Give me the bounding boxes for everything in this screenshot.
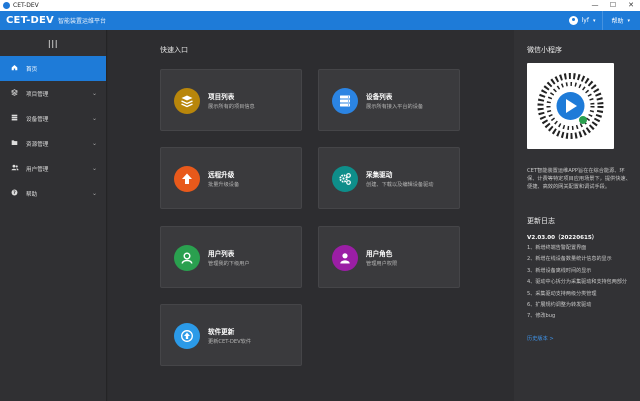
card-title: 远程升级 — [208, 171, 235, 179]
sidebar-item-label: 资源管理 — [26, 141, 49, 148]
list-item: 4、驱动中心拆分为采集驱动和支持包两部分 — [527, 279, 628, 286]
version-label: V2.03.00（20220615） — [527, 235, 598, 241]
app-logo: CET-DEV — [6, 15, 54, 26]
svg-text:?: ? — [13, 190, 16, 196]
main-content: 快速入口 项目列表 展示所有的项目信息 设备列表 展示所有接入平台的设备 远程升… — [108, 30, 514, 401]
chevron-down-icon: ▾ — [627, 17, 630, 24]
sidebar-item-projects[interactable]: 项目管理 ⌄ — [0, 81, 106, 106]
quick-access-title: 快速入口 — [160, 46, 188, 54]
sidebar-item-label: 首页 — [26, 66, 38, 73]
card-collection-driver[interactable]: 采集驱动 创建、下载以及编辑设备驱动 — [318, 147, 460, 209]
right-panel: 微信小程序 CET智能装置运维APP旨在在综合能源、环保、计费等特定项目应用场景… — [514, 30, 640, 401]
card-description: 管理用户权限 — [366, 261, 398, 267]
card-description: 更新CET-DEV软件 — [208, 339, 252, 345]
user-icon — [332, 245, 358, 271]
history-versions-link[interactable]: 历史版本 > — [527, 335, 554, 342]
server-icon — [10, 114, 19, 123]
card-user-list[interactable]: 用户列表 管理我的下级用户 — [160, 226, 302, 288]
card-title: 项目列表 — [208, 93, 235, 101]
qr-code-image — [527, 63, 614, 149]
card-title: 用户角色 — [366, 250, 393, 258]
user-menu[interactable]: lyf ▾ — [563, 11, 603, 30]
card-title: 设备列表 — [366, 93, 393, 101]
avatar-icon — [568, 16, 578, 25]
header-actions: lyf ▾ 帮助 ▾ — [563, 11, 640, 30]
list-item: 1、新增终端告警配置界面 — [527, 245, 587, 251]
window-title: CET-DEV — [13, 2, 39, 9]
card-software-update[interactable]: 软件更新 更新CET-DEV软件 — [160, 304, 302, 366]
card-title: 用户列表 — [208, 250, 235, 258]
chevron-down-icon: ⌄ — [91, 90, 97, 97]
list-item: 2、新增在线设备数量统计信息的显示 — [527, 256, 612, 263]
card-description: 管理我的下级用户 — [208, 261, 250, 267]
update-icon — [174, 323, 200, 349]
sidebar-item-label: 用户管理 — [26, 166, 49, 173]
sidebar-item-devices[interactable]: 设备管理 ⌄ — [0, 106, 106, 131]
card-title: 软件更新 — [208, 328, 235, 336]
card-device-list[interactable]: 设备列表 展示所有接入平台的设备 — [318, 69, 460, 131]
card-remote-upgrade[interactable]: 远程升级 批量升级设备 — [160, 147, 302, 209]
chevron-down-icon: ⌄ — [91, 115, 97, 122]
sidebar-item-label: 帮助 — [26, 191, 38, 198]
minimize-button[interactable]: — — [586, 0, 604, 11]
upload-icon — [174, 166, 200, 192]
maximize-button[interactable]: ☐ — [604, 0, 622, 11]
list-item: 5、采集驱动支持两级分类管理 — [527, 290, 597, 297]
sidebar-item-help[interactable]: ? 帮助 ⌄ — [0, 181, 106, 206]
list-item: 7、修改bug — [527, 313, 556, 320]
sidebar-item-resources[interactable]: 资源管理 ⌄ — [0, 131, 106, 156]
help-icon: ? — [10, 189, 19, 198]
changelog-title: 更新日志 — [527, 217, 555, 225]
card-project-list[interactable]: 项目列表 展示所有的项目信息 — [160, 69, 302, 131]
layers-icon — [174, 88, 200, 114]
sidebar-item-label: 设备管理 — [26, 116, 49, 123]
mini-program-description: CET智能装置运维APP旨在在综合能源、环保、计费等特定项目应用场景下，提供快速… — [527, 168, 631, 190]
home-icon — [10, 64, 19, 73]
mini-program-title: 微信小程序 — [527, 46, 562, 54]
help-label: 帮助 — [611, 18, 624, 25]
window-titlebar: CET-DEV — ☐ ✕ — [0, 0, 640, 11]
list-item: 6、扩展规约调整为转发驱动 — [527, 301, 592, 308]
server-icon — [332, 88, 358, 114]
chevron-down-icon: ▾ — [592, 17, 596, 24]
gears-icon — [332, 166, 358, 192]
card-title: 采集驱动 — [366, 171, 393, 179]
layers-icon — [10, 89, 19, 98]
card-description: 展示所有的项目信息 — [208, 104, 255, 110]
users-icon — [10, 164, 19, 173]
app-header: CET-DEV 智能装置运维平台 lyf ▾ 帮助 ▾ — [0, 11, 640, 30]
card-description: 创建、下载以及编辑设备驱动 — [366, 182, 434, 188]
chevron-down-icon: ⌄ — [91, 140, 97, 147]
card-user-role[interactable]: 用户角色 管理用户权限 — [318, 226, 460, 288]
sidebar-collapse-button[interactable]: ||| — [0, 30, 106, 56]
help-menu[interactable]: 帮助 ▾ — [602, 11, 640, 30]
user-name: lyf — [581, 17, 589, 24]
chevron-down-icon: ⌄ — [91, 190, 97, 197]
folder-icon — [10, 139, 19, 148]
chevron-down-icon: ⌄ — [91, 165, 97, 172]
app-subtitle: 智能装置运维平台 — [57, 18, 106, 25]
changelog-list: 1、新增终端告警配置界面 2、新增在线设备数量统计信息的显示 3、新增设备离线时… — [527, 244, 633, 324]
sidebar-item-users[interactable]: 用户管理 ⌄ — [0, 156, 106, 181]
user-icon — [174, 245, 200, 271]
sidebar-item-home[interactable]: 首页 — [0, 56, 106, 81]
sidebar: ||| 首页 项目管理 ⌄ 设备管理 ⌄ 资源管理 ⌄ 用户管理 ⌄ ? 帮助 … — [0, 30, 107, 401]
card-description: 展示所有接入平台的设备 — [366, 104, 424, 110]
close-button[interactable]: ✕ — [622, 0, 640, 11]
card-description: 批量升级设备 — [208, 182, 240, 188]
sidebar-item-label: 项目管理 — [26, 91, 49, 98]
list-item: 3、新增设备离线时间的显示 — [527, 267, 592, 274]
app-icon — [3, 2, 10, 9]
window-controls: — ☐ ✕ — [586, 0, 640, 11]
